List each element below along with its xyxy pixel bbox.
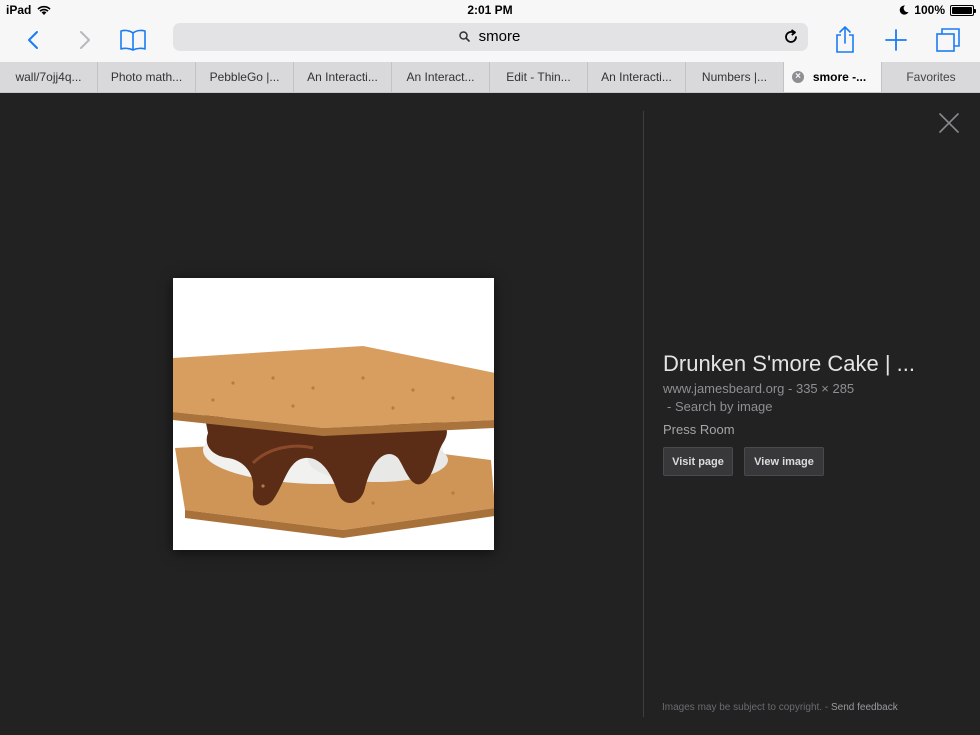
plus-icon: [885, 29, 907, 51]
result-source[interactable]: www.jamesbeard.org: [663, 381, 784, 396]
tab[interactable]: An Interacti...: [294, 62, 392, 92]
tab[interactable]: wall/7ojj4q...: [0, 62, 98, 92]
address-bar[interactable]: smore: [173, 23, 808, 51]
back-button[interactable]: [22, 24, 44, 56]
tab[interactable]: Edit - Thin...: [490, 62, 588, 92]
view-image-button[interactable]: View image: [744, 447, 824, 476]
tabs-icon: [936, 28, 960, 52]
result-site-name: Press Room: [663, 422, 735, 437]
result-source-line: www.jamesbeard.org - 335 × 285: [663, 381, 855, 396]
chevron-left-icon: [28, 31, 38, 49]
share-icon: [836, 26, 854, 53]
search-by-image-line: - Search by image: [667, 399, 773, 414]
share-button[interactable]: [832, 24, 858, 56]
result-title[interactable]: Drunken S'more Cake | ...: [663, 351, 915, 377]
send-feedback-link[interactable]: Send feedback: [831, 702, 898, 713]
close-tab-icon[interactable]: ×: [792, 71, 804, 83]
forward-button[interactable]: [74, 24, 96, 56]
close-icon[interactable]: [938, 112, 960, 134]
tab[interactable]: An Interact...: [392, 62, 490, 92]
tab-favorites[interactable]: Favorites: [882, 62, 980, 92]
tabs-button[interactable]: [934, 24, 962, 56]
reload-icon[interactable]: [782, 28, 800, 46]
moon-icon: [900, 5, 909, 15]
visit-page-button[interactable]: Visit page: [663, 447, 733, 476]
result-dimensions: 335 × 285: [795, 381, 855, 396]
footer-notice: Images may be subject to copyright. - Se…: [662, 702, 898, 713]
tab[interactable]: Numbers |...: [686, 62, 784, 92]
address-query: smore: [478, 28, 521, 45]
smore-image: [173, 278, 494, 550]
image-preview[interactable]: [173, 278, 494, 550]
book-icon: [120, 29, 146, 51]
image-viewer: Drunken S'more Cake | ... www.jamesbeard…: [0, 93, 980, 735]
tab[interactable]: PebbleGo |...: [196, 62, 294, 92]
search-by-image-link[interactable]: Search by image: [675, 399, 773, 414]
battery-percent: 100%: [914, 3, 945, 17]
copyright-notice: Images may be subject to copyright.: [662, 702, 823, 713]
browser-toolbar: smore: [0, 20, 980, 62]
new-tab-button[interactable]: [883, 24, 909, 56]
battery-icon: [950, 4, 976, 16]
panel-divider: [643, 111, 644, 717]
tab[interactable]: Photo math...: [98, 62, 196, 92]
bookmarks-button[interactable]: [118, 24, 148, 56]
chevron-right-icon: [80, 31, 90, 49]
tab[interactable]: An Interacti...: [588, 62, 686, 92]
status-bar: iPad 2:01 PM 100%: [0, 0, 980, 20]
clock: 2:01 PM: [467, 3, 513, 17]
tab-strip: wall/7ojj4q... Photo math... PebbleGo |.…: [0, 62, 980, 93]
tab-active[interactable]: × smore -...: [784, 62, 882, 92]
